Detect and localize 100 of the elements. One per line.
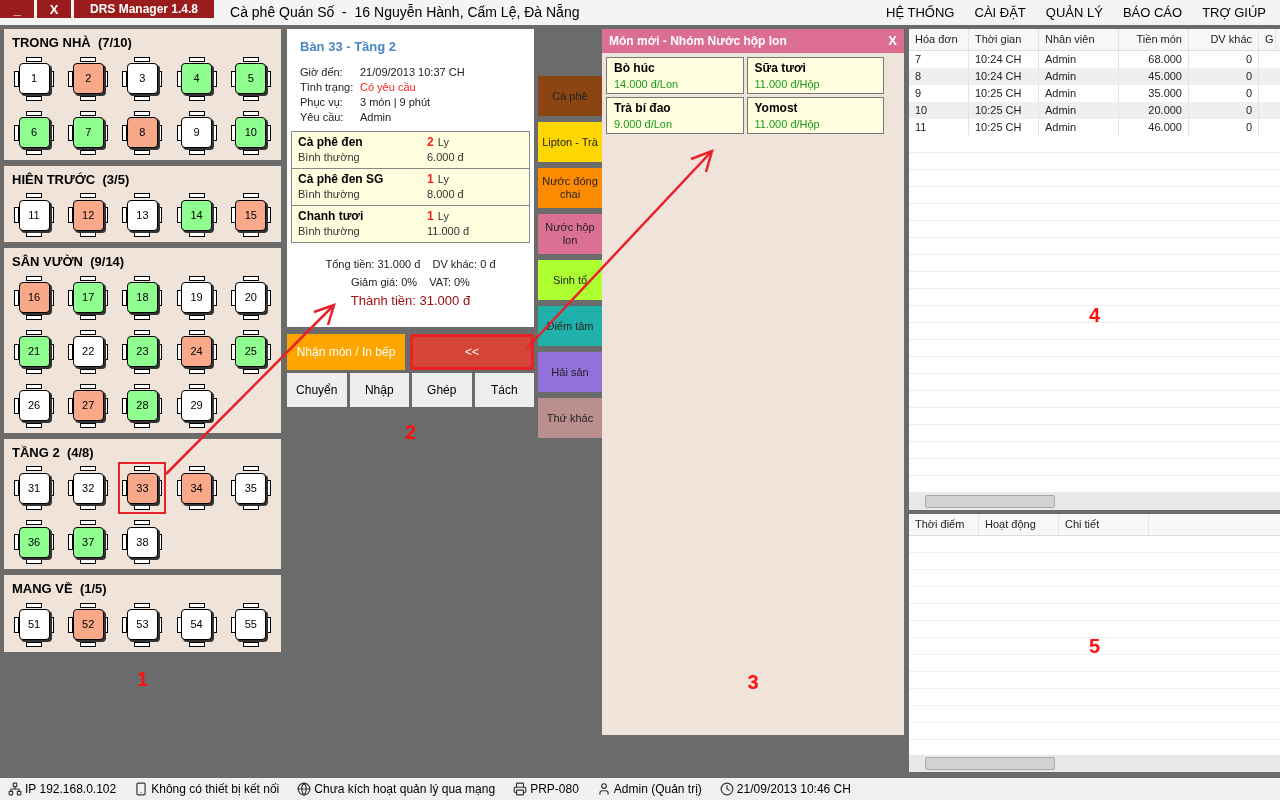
- table-button[interactable]: 16: [18, 282, 50, 313]
- column-header: DV khác: [1189, 29, 1259, 50]
- item-name: Chanh tươi: [298, 208, 365, 224]
- table-cell: 46.000: [1119, 119, 1189, 136]
- info-value: Có yêu cầu: [360, 79, 416, 95]
- table-button[interactable]: 14: [181, 199, 213, 231]
- table-button[interactable]: 8: [126, 117, 158, 148]
- menu-item[interactable]: QUẢN LÝ: [1045, 2, 1103, 23]
- menu-item[interactable]: BÁO CÁO: [1122, 2, 1183, 23]
- shop-name: Cà phê Quán Số - 16 Nguyễn Hành, Cẩm Lệ, Đà Nẵng: [230, 3, 580, 22]
- info-value: 3 món | 9 phút: [360, 94, 431, 110]
- order-title: Bàn 33 - Tầng 2: [299, 38, 398, 56]
- area-title: HIÊN TRƯỚC (3/5): [12, 170, 131, 189]
- table-button[interactable]: 26: [18, 390, 50, 421]
- table-cell: Admin: [1039, 119, 1119, 136]
- menu-item[interactable]: TRỢ GIÚP: [1202, 2, 1266, 23]
- item-note: Bình thường: [298, 186, 361, 202]
- table-button[interactable]: 6: [18, 117, 50, 148]
- summary-line: Tổng tiền: 31.000 đ DV khác: 0 đ: [325, 256, 496, 272]
- table-button[interactable]: 1: [18, 63, 50, 94]
- category-button[interactable]: Nước hộp lon: [538, 214, 602, 254]
- summary-line: Giảm giá: 0% VAT: 0%: [351, 274, 470, 290]
- menu-item-card[interactable]: Sữa tươi 11.000 đ/Hộp: [746, 57, 884, 94]
- table-button[interactable]: 51: [18, 609, 50, 640]
- item-unit: Ly: [437, 134, 449, 150]
- table-button[interactable]: 31: [18, 472, 50, 504]
- table-button[interactable]: 3: [126, 63, 158, 94]
- table-button[interactable]: 12: [72, 199, 104, 231]
- window-button[interactable]: X: [37, 0, 71, 18]
- column-header: Nhân viên: [1039, 29, 1119, 50]
- menu-item[interactable]: HỆ THỐNG: [886, 2, 955, 23]
- category-button[interactable]: Hải sản: [538, 352, 602, 392]
- table-button[interactable]: 53: [126, 609, 158, 640]
- status-text: Không có thiết bị kết nối: [151, 781, 280, 798]
- table-button[interactable]: 13: [126, 199, 158, 231]
- table-button[interactable]: 22: [72, 336, 104, 367]
- menu-item[interactable]: CÀI ĐẶT: [974, 2, 1026, 23]
- user-icon: [596, 782, 611, 796]
- table-button[interactable]: 15: [235, 199, 267, 231]
- horizontal-scrollbar[interactable]: [909, 493, 1280, 510]
- table-button[interactable]: 18: [126, 282, 158, 313]
- table-button[interactable]: 2: [72, 63, 104, 94]
- status-text: PRP-080: [530, 781, 579, 798]
- column-header: Thời gian: [969, 29, 1039, 50]
- table-button[interactable]: 37: [72, 526, 104, 558]
- dialog-title: Món mới - Nhóm Nước hộp lon: [609, 33, 787, 50]
- table-button[interactable]: 29: [181, 390, 213, 421]
- table-button[interactable]: 33: [126, 472, 158, 504]
- item-quantity: 1: [427, 208, 434, 224]
- category-button[interactable]: Thứ khác: [538, 398, 602, 438]
- menu-item-card[interactable]: Yomost 11.000 đ/Hộp: [746, 97, 884, 134]
- menu-item-card[interactable]: Trà bí đao 9.000 đ/Lon: [606, 97, 744, 134]
- area-title: TẦNG 2 (4/8): [12, 443, 95, 462]
- horizontal-scrollbar[interactable]: [909, 755, 1280, 772]
- table-button[interactable]: 20: [235, 282, 267, 313]
- status-text: Admin (Quản trị): [613, 781, 702, 798]
- table-button[interactable]: 24: [181, 336, 213, 367]
- table-button[interactable]: 19: [181, 282, 213, 313]
- table-button[interactable]: 7: [72, 117, 104, 148]
- item-quantity: 1: [427, 171, 434, 187]
- category-button[interactable]: Lipton - Trà: [538, 122, 602, 162]
- column-header: Thời điểm: [909, 514, 979, 535]
- info-label: Phục vụ:: [300, 94, 344, 110]
- table-button[interactable]: 34: [181, 472, 213, 504]
- table-button[interactable]: 52: [72, 609, 104, 640]
- column-header: Hóa đơn: [909, 29, 969, 50]
- category-button[interactable]: Nước đóng chai: [538, 168, 602, 208]
- network-icon: [8, 782, 22, 796]
- item-name: Cà phê đen: [298, 134, 364, 150]
- table-button[interactable]: 23: [126, 336, 158, 367]
- table-button[interactable]: 55: [235, 609, 267, 640]
- table-button[interactable]: 4: [181, 63, 213, 94]
- category-button[interactable]: Sinh tố: [538, 260, 602, 300]
- column-header: Tiền món: [1119, 29, 1189, 50]
- annotation-number: 5: [1087, 633, 1102, 659]
- table-button[interactable]: 35: [235, 472, 267, 504]
- table-button[interactable]: 32: [72, 472, 104, 504]
- table-button[interactable]: 17: [72, 282, 104, 313]
- action-button[interactable]: Ghép: [412, 373, 472, 407]
- table-button[interactable]: 27: [72, 390, 104, 421]
- back-button[interactable]: <<: [410, 334, 534, 370]
- table-button[interactable]: 36: [18, 526, 50, 558]
- action-button[interactable]: Chuyển: [287, 373, 347, 407]
- table-button[interactable]: 11: [18, 199, 50, 231]
- table-button[interactable]: 5: [235, 63, 267, 94]
- table-button[interactable]: 28: [126, 390, 158, 421]
- action-button[interactable]: Nhập: [349, 373, 409, 407]
- table-button[interactable]: 25: [235, 336, 267, 367]
- status-text: Chưa kích hoạt quản lý qua mạng: [314, 781, 496, 798]
- action-button[interactable]: Tách: [474, 373, 534, 407]
- window-button[interactable]: _: [0, 0, 34, 18]
- table-button[interactable]: 10: [235, 117, 267, 148]
- table-button[interactable]: 9: [181, 117, 213, 148]
- table-button[interactable]: 21: [18, 336, 50, 367]
- item-price: 11.000 đ: [427, 223, 469, 239]
- table-button[interactable]: 54: [181, 609, 213, 640]
- item-price: 6.000 đ: [427, 149, 464, 165]
- menu-item-card[interactable]: Bò húc 14.000 đ/Lon: [606, 57, 744, 94]
- area-title: SÂN VƯỜN (9/14): [12, 253, 126, 271]
- table-button[interactable]: 38: [126, 526, 158, 558]
